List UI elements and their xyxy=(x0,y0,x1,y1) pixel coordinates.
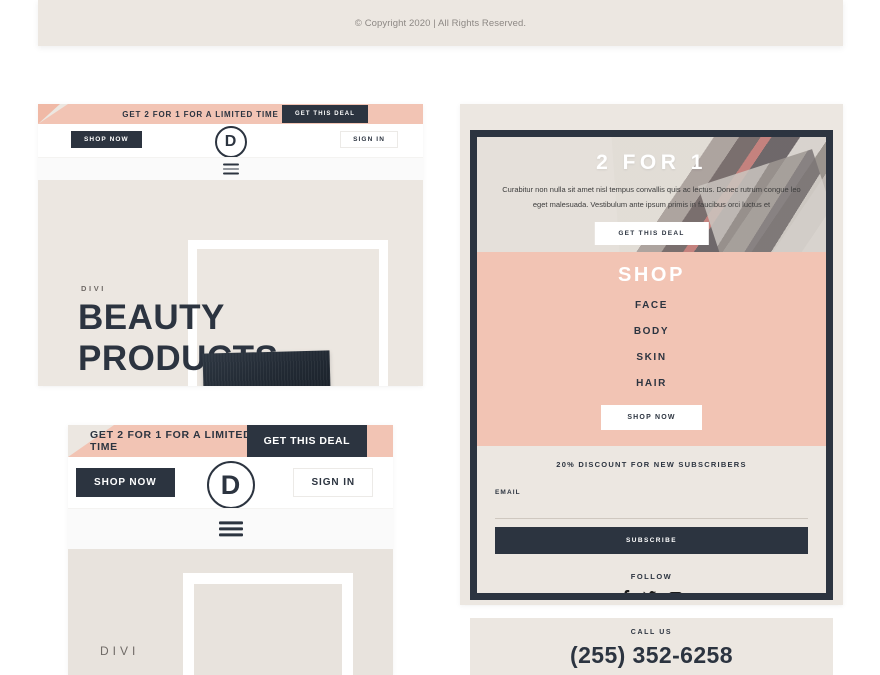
social-links xyxy=(495,590,808,593)
desktop-shop-now-button[interactable]: SHOP NOW xyxy=(71,131,142,148)
call-us-section: CALL US (255) 352-6258 xyxy=(470,618,833,675)
shop-section: SHOP FACE BODY SKIN HAIR SHOP NOW xyxy=(477,252,826,446)
hamburger-line xyxy=(222,168,239,170)
shop-link-body[interactable]: BODY xyxy=(477,326,826,337)
call-us-phone-number[interactable]: (255) 352-6258 xyxy=(470,642,833,669)
mobile-get-this-deal-button[interactable]: GET THIS DEAL xyxy=(246,425,367,457)
hamburger-menu-icon[interactable] xyxy=(218,518,243,539)
youtube-icon[interactable] xyxy=(669,591,682,593)
mobile-header-mockup: GET 2 FOR 1 FOR A LIMITED TIME GET THIS … xyxy=(68,425,393,675)
shop-link-skin[interactable]: SKIN xyxy=(477,352,826,363)
hamburger-line xyxy=(222,163,239,166)
hero-eyebrow-label: DIVI xyxy=(81,284,106,293)
hero-frame-decoration xyxy=(183,573,353,675)
page-dark-frame: 2 FOR 1 Curabitur non nulla sit amet nis… xyxy=(470,130,833,600)
follow-heading: FOLLOW xyxy=(630,572,673,581)
promo-hero-title: 2 FOR 1 xyxy=(596,151,707,174)
footer-copyright-bar: © Copyright 2020 | All Rights Reserved. xyxy=(38,0,843,46)
call-us-label: CALL US xyxy=(630,629,673,636)
subscribe-button[interactable]: SUBSCRIBE xyxy=(495,527,808,554)
promo-hero-body-text: Curabitur non nulla sit amet nisl tempus… xyxy=(502,185,801,209)
hamburger-line xyxy=(222,172,239,175)
copyright-text: © Copyright 2020 | All Rights Reserved. xyxy=(354,17,527,29)
shop-link-hair[interactable]: HAIR xyxy=(477,378,826,389)
mobile-promo-text: GET 2 FOR 1 FOR A LIMITED TIME xyxy=(90,428,252,453)
mobile-page-mockup: 2 FOR 1 Curabitur non nulla sit amet nis… xyxy=(460,104,843,605)
hero-product-image xyxy=(202,350,331,386)
subscribe-section: 20% DISCOUNT FOR NEW SUBSCRIBERS EMAIL S… xyxy=(477,446,826,593)
facebook-icon[interactable] xyxy=(621,590,630,593)
promo-get-this-deal-button[interactable]: GET THIS DEAL xyxy=(594,222,709,245)
hamburger-line xyxy=(218,527,243,531)
subscribe-headline: 20% DISCOUNT FOR NEW SUBSCRIBERS xyxy=(556,460,747,469)
shop-link-face[interactable]: FACE xyxy=(477,300,826,311)
shop-now-button[interactable]: SHOP NOW xyxy=(601,405,702,430)
desktop-get-this-deal-button[interactable]: GET THIS DEAL xyxy=(282,105,368,123)
promo-hero-section: 2 FOR 1 Curabitur non nulla sit amet nis… xyxy=(477,137,826,252)
hamburger-line xyxy=(218,521,243,525)
desktop-nav-bar: SHOP NOW D SIGN IN xyxy=(38,124,423,158)
desktop-menu-row xyxy=(38,157,423,180)
desktop-promo-bar: GET 2 FOR 1 FOR A LIMITED TIME GET THIS … xyxy=(38,104,423,124)
mobile-nav-bar: SHOP NOW D SIGN IN xyxy=(68,457,393,509)
page-stage: © Copyright 2020 | All Rights Reserved. … xyxy=(0,0,880,675)
desktop-sign-in-button[interactable]: SIGN IN xyxy=(340,131,398,148)
email-field-label: EMAIL xyxy=(495,489,521,496)
email-input[interactable] xyxy=(495,507,808,519)
shop-section-title: SHOP xyxy=(617,264,686,286)
twitter-icon[interactable] xyxy=(643,591,656,593)
desktop-hero-section: DIVI BEAUTY PRODUCTS xyxy=(38,180,423,386)
desktop-header-mockup: GET 2 FOR 1 FOR A LIMITED TIME GET THIS … xyxy=(38,104,423,386)
mobile-shop-now-button[interactable]: SHOP NOW xyxy=(76,468,175,497)
hero-eyebrow-label: DIVI xyxy=(100,644,140,658)
mobile-menu-row xyxy=(68,508,393,549)
hamburger-menu-icon[interactable] xyxy=(222,162,239,177)
mobile-hero-section: DIVI xyxy=(68,549,393,675)
divi-logo[interactable]: D xyxy=(206,461,255,509)
mobile-sign-in-button[interactable]: SIGN IN xyxy=(293,468,373,497)
divi-logo[interactable]: D xyxy=(214,126,247,158)
hamburger-line xyxy=(218,533,243,537)
mobile-promo-bar: GET 2 FOR 1 FOR A LIMITED TIME GET THIS … xyxy=(68,425,393,457)
